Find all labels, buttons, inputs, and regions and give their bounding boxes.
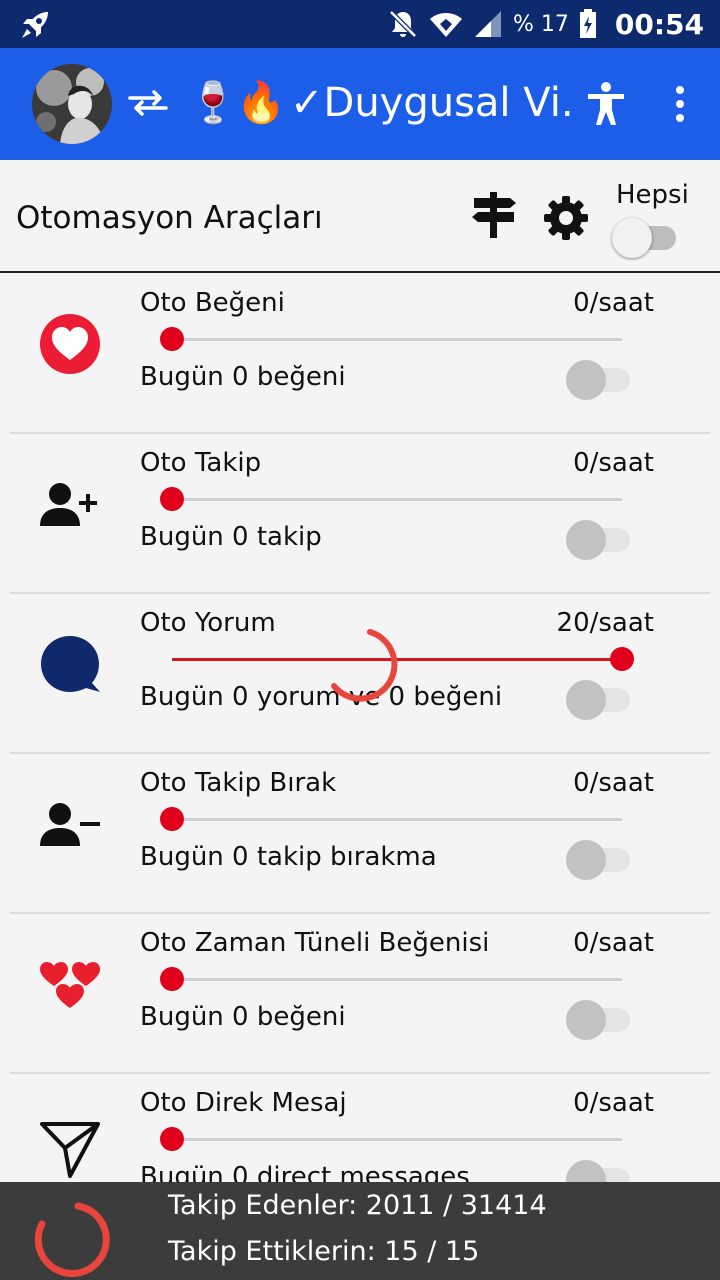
slider-track	[172, 338, 622, 341]
battery-percent: % 17	[512, 11, 569, 37]
status-bar: % 17 00:54	[0, 0, 720, 48]
slider-track	[172, 498, 622, 501]
automation-row-follow: Oto Takip 0/saat Bugün 0 takip	[0, 434, 720, 594]
slider-knob[interactable]	[610, 647, 634, 671]
slider-knob[interactable]	[160, 1127, 184, 1151]
slider-track	[172, 1138, 622, 1141]
automation-rate: 0/saat	[573, 768, 654, 798]
section-title: Otomasyon Araçları	[16, 200, 323, 236]
signpost-icon[interactable]	[470, 190, 518, 240]
app-bar: 🍷 🔥 ✓Duygusal Vi...	[0, 48, 720, 160]
automation-title: Oto Takip Bırak	[140, 768, 337, 798]
clock: 00:54	[614, 7, 704, 41]
slider-knob[interactable]	[160, 807, 184, 831]
gear-icon[interactable]	[542, 194, 590, 242]
rate-slider[interactable]	[160, 806, 636, 832]
switch-arrows-icon[interactable]	[126, 88, 170, 118]
rate-slider[interactable]	[160, 1126, 636, 1152]
loading-spinner	[34, 1202, 110, 1277]
fire-emoji: 🔥	[236, 80, 286, 126]
automation-list: Oto Beğeni 0/saat Bugün 0 beğeni Oto Tak…	[0, 274, 720, 1182]
automation-title: Oto Yorum	[140, 608, 276, 638]
slider-knob[interactable]	[160, 327, 184, 351]
automation-toggle[interactable]	[566, 998, 630, 1040]
wine-emoji: 🍷	[188, 80, 238, 126]
switch-thumb	[566, 360, 606, 400]
person-remove-icon	[40, 803, 100, 846]
all-toggle-label: Hepsi	[616, 180, 689, 210]
automation-rate: 0/saat	[573, 1088, 654, 1118]
automation-toggle[interactable]	[566, 358, 630, 400]
slider-knob[interactable]	[160, 967, 184, 991]
bottom-stats-bar: Takip Edenler: 2011 / 31414 Takip Ettikl…	[0, 1182, 720, 1280]
send-icon	[40, 1122, 100, 1178]
automation-rate: 0/saat	[573, 448, 654, 478]
wifi-icon	[429, 13, 462, 37]
switch-thumb	[566, 1160, 606, 1182]
slider-knob[interactable]	[160, 487, 184, 511]
all-toggle-switch[interactable]	[612, 216, 676, 258]
account-name: Duygusal Vi...	[323, 80, 570, 126]
automation-rate: 0/saat	[573, 288, 654, 318]
automation-row-like: Oto Beğeni 0/saat Bugün 0 beğeni	[0, 274, 720, 434]
automation-toggle[interactable]	[566, 1158, 630, 1182]
signal-icon	[474, 11, 501, 37]
automation-today-count: Bugün 0 beğeni	[140, 1002, 346, 1032]
automation-title: Oto Direk Mesaj	[140, 1088, 347, 1118]
screen: % 17 00:54 🍷 🔥 ✓Duygusal Vi Otomasyon Ar…	[0, 0, 720, 1280]
multi-heart-icon	[40, 962, 100, 1008]
automation-row-direct-message: Oto Direk Mesaj 0/saat Bugün 0 direct me…	[0, 1074, 720, 1182]
automation-title: Oto Takip	[140, 448, 262, 478]
automation-toggle[interactable]	[566, 838, 630, 880]
rocket-icon	[22, 12, 48, 38]
automation-toggle[interactable]	[566, 678, 630, 720]
following-count: Takip Ettiklerin: 15 / 15	[168, 1236, 480, 1267]
slider-track	[172, 978, 622, 981]
automation-rate: 0/saat	[573, 928, 654, 958]
automation-today-count: Bugün 0 takip	[140, 522, 322, 552]
switch-thumb	[566, 1000, 606, 1040]
automation-title: Oto Zaman Tüneli Beğenisi	[140, 928, 490, 958]
automation-today-count: Bugün 0 beğeni	[140, 362, 346, 392]
slider-track	[172, 818, 622, 821]
followers-count: Takip Edenler: 2011 / 31414	[168, 1190, 547, 1221]
automation-today-count: Bugün 0 takip bırakma	[140, 842, 437, 872]
automation-toggle[interactable]	[566, 518, 630, 560]
check-mark: ✓	[290, 80, 324, 126]
mute-bell-icon	[389, 10, 417, 38]
heart-icon	[40, 314, 100, 374]
automation-title: Oto Beğeni	[140, 288, 285, 318]
rate-slider[interactable]	[160, 486, 636, 512]
loading-spinner	[331, 629, 398, 702]
more-vert-icon[interactable]	[670, 84, 690, 124]
battery-icon	[579, 9, 596, 38]
person-add-icon	[40, 483, 97, 526]
automation-today-count: Bugün 0 direct messages	[140, 1162, 470, 1182]
avatar[interactable]	[32, 64, 112, 144]
page-title: ✓Duygusal Vi...	[290, 78, 570, 128]
automation-rate: 20/saat	[556, 608, 654, 638]
automation-row-unfollow: Oto Takip Bırak 0/saat Bugün 0 takip bır…	[0, 754, 720, 914]
rate-slider[interactable]	[160, 326, 636, 352]
section-header: Otomasyon Araçları Hepsi	[0, 160, 720, 273]
comment-bubble-icon	[41, 636, 100, 692]
switch-thumb	[566, 680, 606, 720]
switch-thumb	[612, 218, 652, 258]
switch-thumb	[566, 840, 606, 880]
automation-row-timeline-like: Oto Zaman Tüneli Beğenisi 0/saat Bugün 0…	[0, 914, 720, 1074]
accessibility-icon[interactable]	[586, 82, 626, 126]
switch-thumb	[566, 520, 606, 560]
rate-slider[interactable]	[160, 966, 636, 992]
avatar-image	[32, 64, 112, 144]
